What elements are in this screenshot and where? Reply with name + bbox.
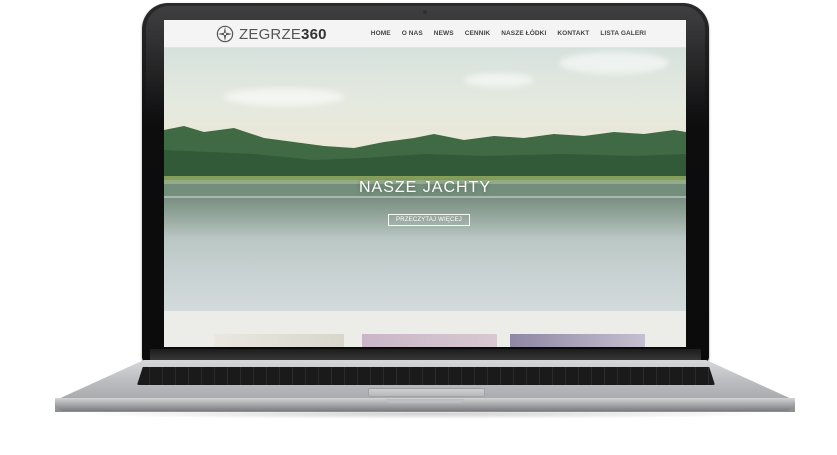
keyboard [137, 367, 715, 385]
nav-o-nas[interactable]: O NAS [402, 30, 423, 37]
gallery-thumbnail[interactable] [214, 334, 344, 347]
hero-banner: NASZE JACHTY PRZECZYTAJ WIĘCEJ [164, 48, 686, 311]
cloud [559, 52, 669, 74]
site-logo[interactable]: ZEGRZE360 [216, 24, 327, 44]
hero-title: NASZE JACHTY [358, 179, 491, 196]
logo-prefix: ZEGRZE [239, 25, 302, 43]
cloud [464, 73, 534, 87]
nav-nasze-lodki[interactable]: NASZE ŁÓDKI [501, 30, 546, 37]
nav-kontakt[interactable]: KONTAKT [557, 30, 589, 37]
nav-news[interactable]: NEWS [434, 30, 454, 37]
logo-text: ZEGRZE360 [239, 26, 327, 43]
nav-lista-galeri[interactable]: LISTA GALERI [600, 30, 646, 37]
lid-notch [386, 399, 464, 403]
laptop-mockup: ZEGRZE360 HOME O NAS NEWS CENNIK NASZE Ł… [0, 0, 837, 455]
main-nav: HOME O NAS NEWS CENNIK NASZE ŁÓDKI KONTA… [360, 20, 646, 47]
site-header: ZEGRZE360 HOME O NAS NEWS CENNIK NASZE Ł… [164, 20, 686, 48]
logo-suffix: 360 [301, 25, 327, 43]
gallery-thumbnail[interactable] [510, 334, 645, 347]
read-more-button[interactable]: PRZECZYTAJ WIĘCEJ [388, 214, 470, 226]
laptop-screen: ZEGRZE360 HOME O NAS NEWS CENNIK NASZE Ł… [164, 20, 686, 347]
webcam [423, 10, 427, 14]
gallery-thumbnail[interactable] [362, 334, 497, 347]
compass-rose-icon [216, 25, 234, 43]
nav-cennik[interactable]: CENNIK [465, 30, 491, 37]
gallery-strip [164, 311, 686, 347]
trackpad [368, 388, 485, 397]
nav-home[interactable]: HOME [371, 30, 391, 37]
cloud [224, 88, 344, 106]
laptop-hinge [150, 349, 701, 361]
